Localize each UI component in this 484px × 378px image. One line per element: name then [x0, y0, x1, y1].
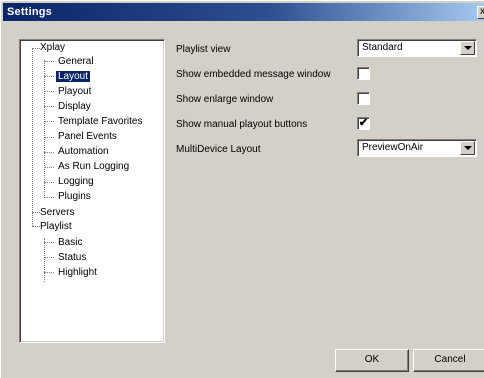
- multidevice-label: MultiDevice Layout: [176, 144, 261, 155]
- tree-item-plugins[interactable]: Plugins: [56, 190, 93, 203]
- tree-line: [44, 167, 54, 168]
- tree-line: [44, 197, 54, 198]
- close-button[interactable]: x: [477, 6, 484, 19]
- tree-line: [44, 61, 54, 62]
- tree-line: [44, 272, 54, 273]
- tree-item-label: Xplay: [40, 42, 66, 53]
- tree-item-label: Panel Events: [58, 131, 117, 142]
- multidevice-value: PreviewOnAir: [362, 142, 424, 153]
- embedded-message-checkbox[interactable]: [357, 67, 370, 80]
- tree-line: [32, 48, 33, 226]
- tree-item-label: General: [58, 56, 94, 67]
- tree-item-label: Basic: [58, 237, 83, 248]
- chevron-down-icon[interactable]: [460, 141, 475, 155]
- manual-playout-checkbox[interactable]: ✔: [357, 117, 370, 130]
- tree-item-label: Highlight: [58, 267, 97, 278]
- tree-item-label: Status: [58, 252, 87, 263]
- tree-line: [44, 60, 45, 198]
- tree-line: [44, 91, 54, 92]
- chevron-down-icon[interactable]: [460, 41, 475, 55]
- tree-line: [44, 137, 54, 138]
- tree-item-label: Playlist: [40, 221, 72, 232]
- tree-item-general[interactable]: General: [56, 55, 96, 68]
- tree-line: [44, 76, 54, 77]
- tree-item-automation[interactable]: Automation: [56, 145, 111, 158]
- window-title: Settings: [7, 6, 52, 18]
- ok-button[interactable]: OK: [335, 349, 409, 372]
- tree-item-label: Automation: [58, 146, 109, 157]
- tree-item-panel-events[interactable]: Panel Events: [56, 130, 119, 143]
- tree-item-playout[interactable]: Playout: [56, 85, 93, 98]
- tree-line: [44, 152, 54, 153]
- tree-item-display[interactable]: Display: [56, 100, 93, 113]
- playlist-view-value: Standard: [362, 42, 403, 53]
- cancel-button[interactable]: Cancel: [413, 349, 484, 372]
- tree-item-label: Logging: [58, 176, 94, 187]
- settings-tree[interactable]: Xplay General Layout Playout Display Tem…: [19, 39, 165, 343]
- tree-item-label: As Run Logging: [58, 161, 130, 172]
- manual-playout-label: Show manual playout buttons: [176, 119, 308, 130]
- tree-item-label: Playout: [58, 86, 92, 97]
- playlist-view-label: Playlist view: [176, 44, 231, 55]
- embedded-message-label: Show embedded message window: [176, 69, 331, 80]
- tree-item-xplay[interactable]: Xplay: [38, 41, 67, 54]
- settings-window: Settings x Xplay General Layout Playout …: [0, 0, 484, 378]
- tree-line: [44, 242, 54, 243]
- tree-item-as-run-logging[interactable]: As Run Logging: [56, 160, 131, 173]
- tree-item-basic[interactable]: Basic: [56, 236, 84, 249]
- tree-line: [44, 106, 54, 107]
- tree-item-status[interactable]: Status: [56, 251, 88, 264]
- tree-item-label: Display: [58, 101, 91, 112]
- tree-line: [44, 182, 54, 183]
- playlist-view-select[interactable]: Standard: [357, 39, 477, 57]
- tree-item-label: Template Favorites: [58, 116, 143, 127]
- tree-item-playlist[interactable]: Playlist: [38, 220, 74, 233]
- enlarge-window-label: Show enlarge window: [176, 94, 274, 105]
- tree-line: [44, 121, 54, 122]
- tree-line: [44, 238, 45, 282]
- tree-item-label: Plugins: [58, 191, 91, 202]
- tree-item-template-favorites[interactable]: Template Favorites: [56, 115, 144, 128]
- close-icon: x: [480, 6, 484, 17]
- tree-item-label: Servers: [40, 207, 75, 218]
- tree-item-label: Layout: [56, 71, 91, 82]
- title-bar[interactable]: Settings x: [3, 3, 484, 21]
- tree-item-highlight[interactable]: Highlight: [56, 266, 99, 279]
- tree-line: [44, 257, 54, 258]
- tree-item-servers[interactable]: Servers: [38, 206, 76, 219]
- multidevice-select[interactable]: PreviewOnAir: [357, 139, 477, 157]
- checkmark-icon: ✔: [358, 117, 369, 129]
- enlarge-window-checkbox[interactable]: [357, 92, 370, 105]
- tree-item-layout[interactable]: Layout: [56, 70, 91, 83]
- tree-item-logging[interactable]: Logging: [56, 175, 96, 188]
